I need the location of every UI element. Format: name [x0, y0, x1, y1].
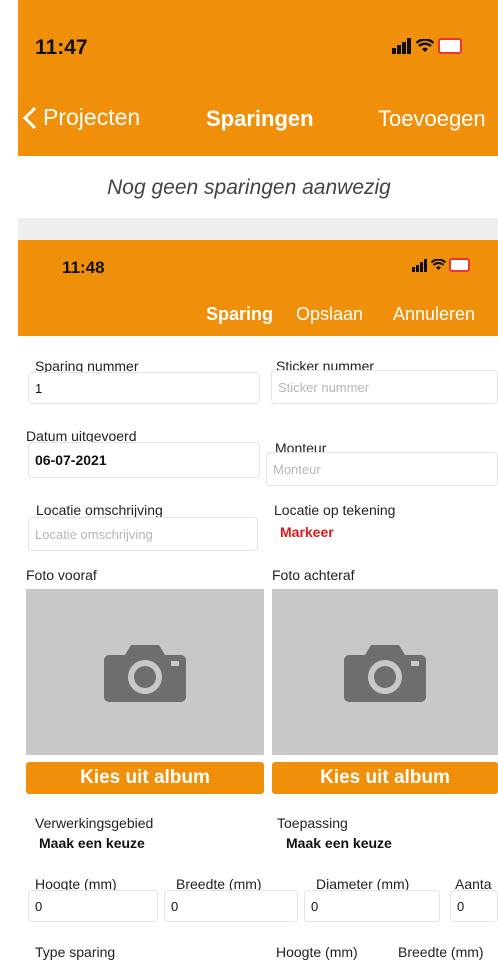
markeer-link[interactable]: Markeer	[280, 524, 334, 540]
cancel-button[interactable]: Annuleren	[393, 304, 475, 325]
chevron-left-icon	[23, 106, 37, 129]
camera-icon	[344, 645, 426, 702]
status-time-2: 11:48	[62, 258, 105, 277]
page-title: Sparingen	[206, 106, 314, 131]
kies-album-vooraf-button[interactable]: Kies uit album	[26, 762, 264, 794]
nav-bar	[18, 0, 498, 156]
foto-vooraf-label: Foto vooraf	[26, 567, 97, 583]
status-time: 11:47	[35, 36, 88, 59]
signal-icon	[412, 258, 427, 272]
toepassing-select[interactable]: Maak een keuze	[286, 835, 392, 851]
camera-icon	[104, 645, 186, 702]
datum-field[interactable]: 06-07-2021	[28, 442, 260, 478]
type-sparing-label: Type sparing	[35, 944, 116, 960]
wifi-icon	[416, 39, 434, 52]
breedte-field[interactable]: 0	[164, 890, 298, 922]
foto-achteraf-preview[interactable]	[272, 589, 498, 755]
foto-achteraf-label: Foto achteraf	[272, 567, 355, 583]
form-title: Sparing	[206, 304, 274, 324]
save-button[interactable]: Opslaan	[296, 304, 363, 325]
locatie-tekening-label: Locatie op tekening	[274, 502, 396, 518]
sparing-nummer-field[interactable]: 1	[28, 372, 260, 404]
locatie-omschrijving-field[interactable]: Locatie omschrijving	[28, 517, 258, 551]
divider	[18, 218, 498, 240]
status-icons-2	[412, 258, 470, 272]
status-icons	[392, 38, 462, 54]
foto-vooraf-preview[interactable]	[26, 589, 264, 755]
breedte2-label: Breedte (mm)	[398, 944, 484, 960]
locatie-omschrijving-label: Locatie omschrijving	[36, 502, 163, 518]
sticker-nummer-field[interactable]: Sticker nummer	[271, 370, 498, 404]
battery-icon	[449, 258, 470, 272]
empty-message: Nog geen sparingen aanwezig	[107, 176, 391, 199]
kies-album-achteraf-button[interactable]: Kies uit album	[272, 762, 498, 794]
back-button[interactable]: Projecten	[23, 104, 140, 131]
toepassing-label: Toepassing	[277, 815, 348, 831]
add-button[interactable]: Toevoegen	[378, 106, 486, 132]
hoogte-field[interactable]: 0	[28, 890, 158, 922]
diameter-field[interactable]: 0	[304, 890, 440, 922]
back-label: Projecten	[43, 104, 141, 130]
battery-icon	[438, 38, 462, 54]
verwerkingsgebied-label: Verwerkingsgebied	[35, 815, 154, 831]
monteur-field[interactable]: Monteur	[266, 452, 498, 486]
aantal-field[interactable]: 0	[450, 890, 498, 922]
verwerkingsgebied-select[interactable]: Maak een keuze	[39, 835, 145, 851]
signal-icon	[392, 38, 411, 54]
wifi-icon	[431, 259, 446, 270]
hoogte2-label: Hoogte (mm)	[276, 944, 358, 960]
